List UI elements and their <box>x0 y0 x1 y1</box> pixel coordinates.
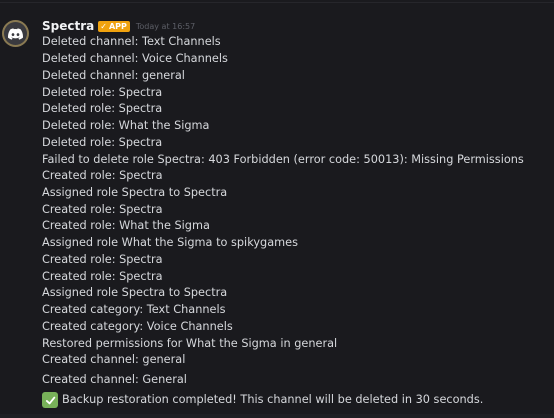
bottom-edge <box>0 414 554 418</box>
app-badge: ✓ APP <box>98 20 130 32</box>
app-badge-label: APP <box>108 21 127 31</box>
message-line: Created role: What the Sigma <box>42 219 210 232</box>
message-line: Deleted channel: Voice Channels <box>42 52 228 65</box>
completion-text: Backup restoration completed! This chann… <box>62 393 484 406</box>
message-header: Spectra ✓ APP Today at 16:57 <box>42 18 195 34</box>
message-line: Assigned role What the Sigma to spikygam… <box>42 236 298 249</box>
message-line: Restored permissions for What the Sigma … <box>42 337 338 350</box>
avatar[interactable] <box>2 20 29 47</box>
message-line: Assigned role Spectra to Spectra <box>42 286 228 299</box>
message-line: Created role: Spectra <box>42 203 163 216</box>
message-line: Deleted role: Spectra <box>42 102 163 115</box>
message-line: Created channel: general <box>42 353 186 366</box>
message-line: Created channel: General <box>42 373 187 386</box>
message-line: Deleted channel: Text Channels <box>42 35 221 48</box>
discord-logo-icon <box>8 27 23 40</box>
verified-check-icon: ✓ <box>100 21 107 31</box>
message-line: Deleted role: Spectra <box>42 136 163 149</box>
divider <box>0 2 554 3</box>
completion-line: Backup restoration completed! This chann… <box>42 392 483 408</box>
message-line: Created category: Voice Channels <box>42 320 233 333</box>
message-line: Deleted channel: general <box>42 69 185 82</box>
message-line: Failed to delete role Spectra: 403 Forbi… <box>42 153 524 166</box>
message-line: Created role: Spectra <box>42 169 163 182</box>
message-line: Created category: Text Channels <box>42 303 226 316</box>
message-line: Assigned role Spectra to Spectra <box>42 186 228 199</box>
message-line: Created role: Spectra <box>42 270 163 283</box>
message-line: Created role: Spectra <box>42 253 163 266</box>
timestamp[interactable]: Today at 16:57 <box>136 22 195 31</box>
message-line: Deleted role: Spectra <box>42 86 163 99</box>
check-mark-button-icon <box>42 392 58 408</box>
chat-view: Spectra ✓ APP Today at 16:57 Deleted cha… <box>0 0 554 418</box>
message-line: Deleted role: What the Sigma <box>42 119 210 132</box>
author-name[interactable]: Spectra <box>42 19 94 33</box>
